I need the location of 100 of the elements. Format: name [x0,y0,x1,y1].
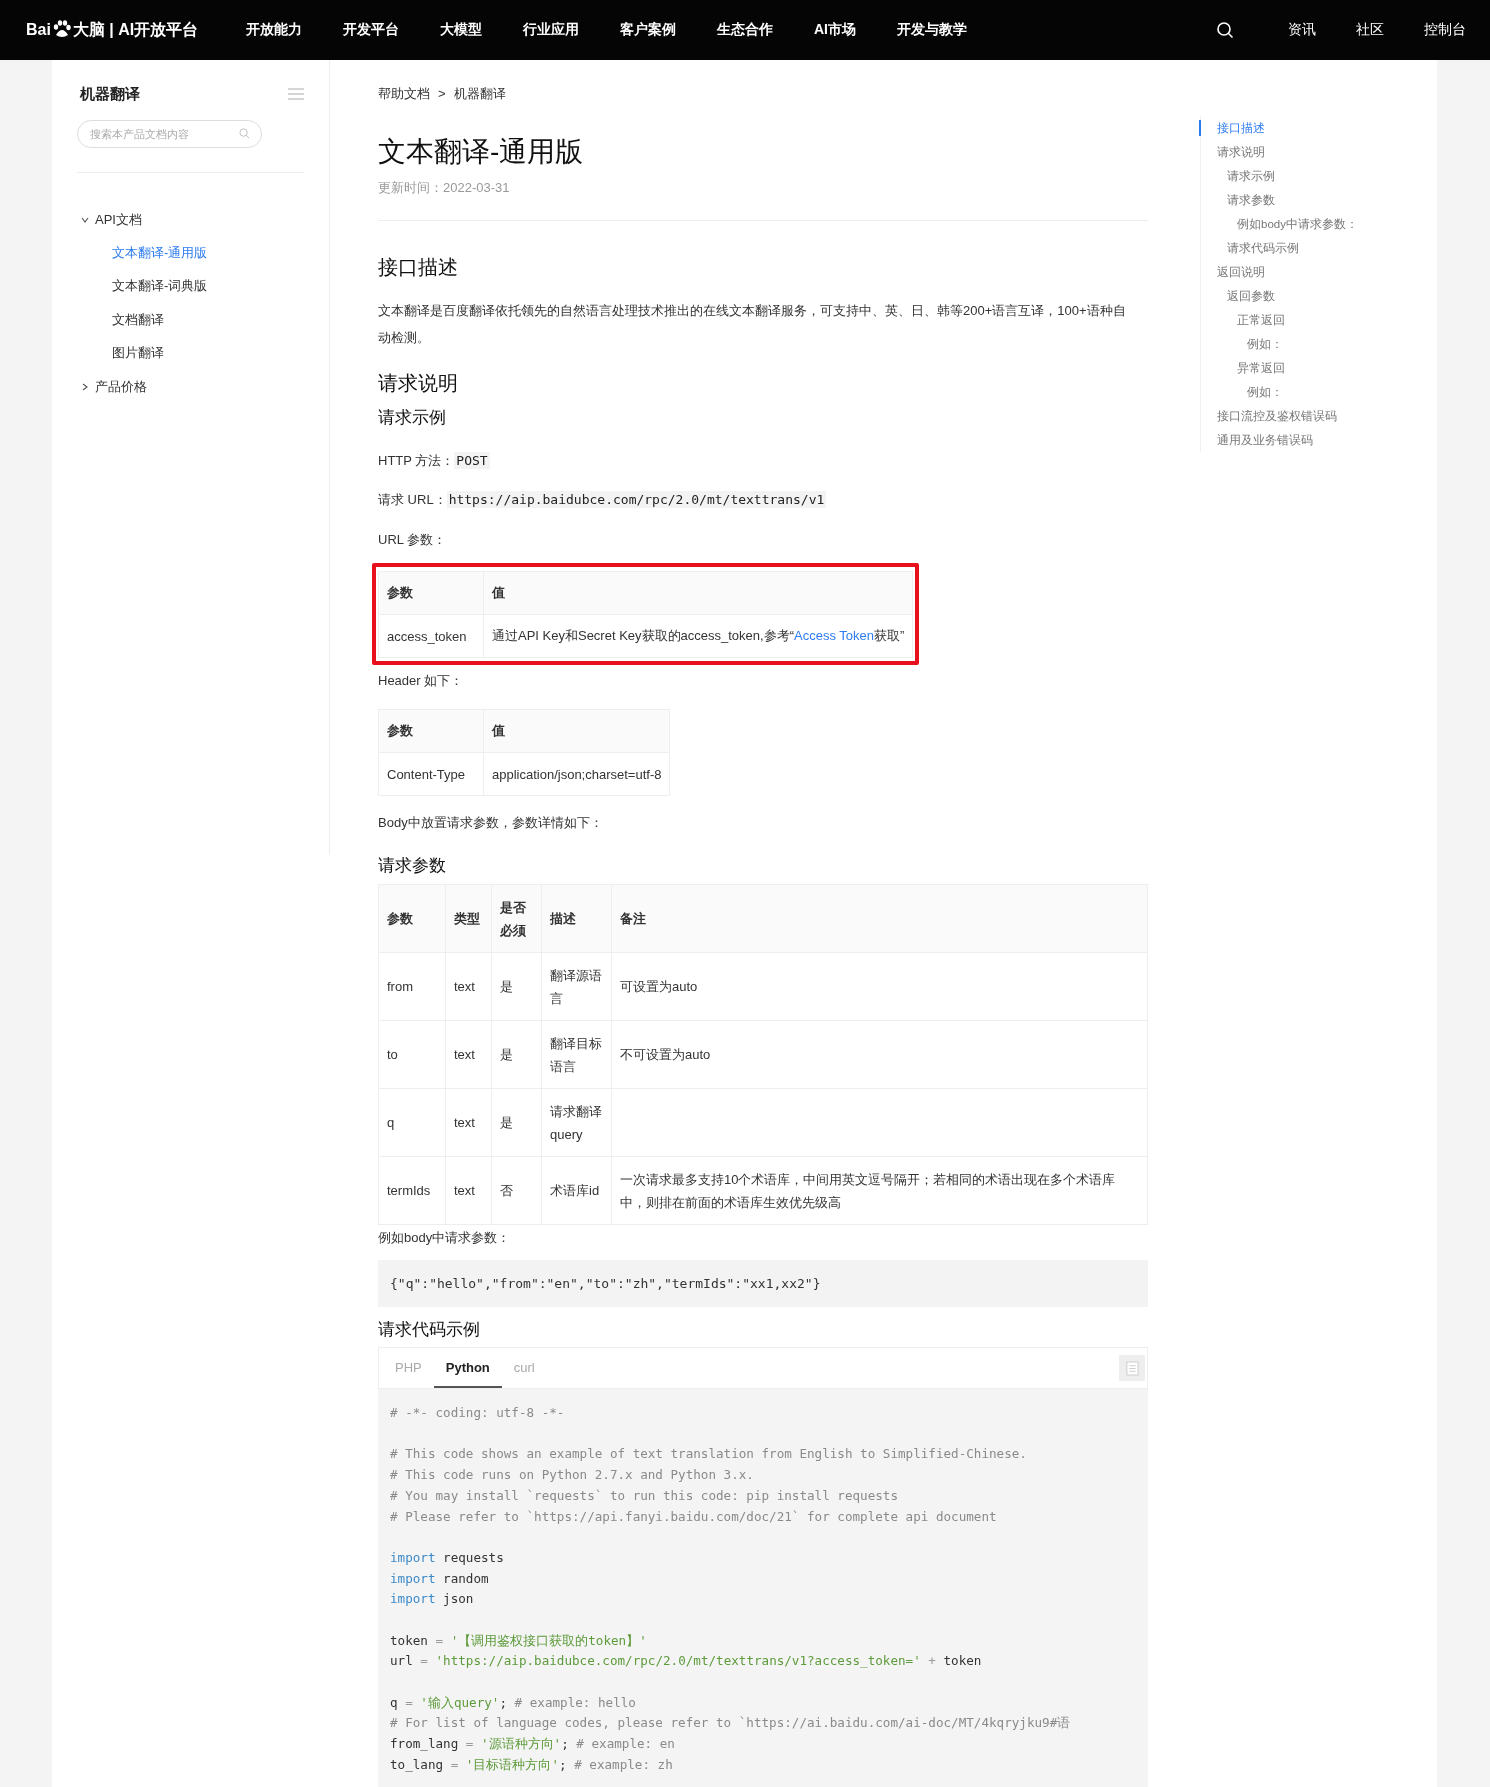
body-description: Body中放置请求参数，参数详情如下： [378,814,604,832]
subsection-heading: 请求示例 [378,407,447,429]
table-header-cell: 参数 [378,884,446,953]
nav-link[interactable]: 客户案例 [620,21,676,39]
section-heading: 请求说明 [378,371,459,396]
code-line: # -*- coding: utf-8 -*- [390,1404,565,1422]
nav-link[interactable]: 行业应用 [523,21,579,39]
code-line: from_lang = '源语种方向'; # example: en [390,1735,675,1754]
table-cell: 是 [500,1115,513,1130]
nav-link[interactable]: 控制台 [1424,21,1466,39]
nav-link[interactable]: 资讯 [1288,21,1316,39]
nav-link[interactable]: 开发平台 [343,21,399,39]
table-header-cell: 描述 [541,884,612,953]
code-line: # For list of language codes, please refer to `https://ai.baidu.com/ai-doc/MT/4kqryjku9#语 [390,1714,1071,1733]
code-line: # This code runs on Python 2.7.x and Python 3.x. [390,1466,754,1485]
tree-item[interactable]: 文档翻译 [112,310,164,329]
toc-link[interactable]: 通用及业务错误码 [1217,432,1313,448]
table-header-cell: 是否必须 [491,884,542,953]
table-cell: 请求翻译query [550,1103,602,1142]
toc-link[interactable]: 例如： [1247,336,1283,352]
table-header-cell: 值 [483,571,913,615]
example-label: 例如body中请求参数： [378,1229,512,1247]
table-cell: 术语库id [550,1183,600,1198]
code-line: url = 'https://aip.baidubce.com/rpc/2.0/mt/texttrans/v1?access_token=' + token [390,1652,982,1671]
code-line: # This code shows an example of text translation from English to Simplified-Chinese. [390,1445,1027,1464]
tree-item[interactable]: 文本翻译-词典版 [112,277,208,296]
description-text: 文本翻译是百度翻译依托领先的自然语言处理技术推出的在线文本翻译服务，可支持中、英、日、韩等200+语言互译，100+语种自动检测。 [378,302,1127,347]
field-label: URL 参数： [378,531,448,549]
access-token-link[interactable]: Access Token [794,628,874,643]
table-header-cell: 参数 [378,709,484,753]
code-line: import requests [390,1548,504,1567]
table-cell: 一次请求最多支持10个术语库，中间用英文逗号隔开；若相同的术语出现在多个术语库中，则排在前面的术语库生效优先级高 [620,1171,1116,1210]
subsection-heading: 请求代码示例 [378,1319,481,1341]
tree-item[interactable]: 图片翻译 [112,344,164,363]
field-label: 请求 URL： [378,492,447,507]
toc-link[interactable]: 请求代码示例 [1227,240,1299,256]
search-field[interactable]: 搜索本产品文档内容 [77,120,262,148]
table-cell: 可设置为auto [620,979,698,994]
nav-link[interactable]: 开放能力 [246,21,302,39]
table-cell: text [454,1047,475,1062]
tree-item[interactable]: 产品价格 [95,377,147,396]
nav-link[interactable]: 开发与教学 [897,21,967,39]
table-cell: termIds [387,1183,431,1198]
table-cell: 通过API Key和Secret Key获取的access_token,参考“Access Token获取” [483,614,913,658]
code-line: # You may install `requests` to run this code: pip install requests [390,1486,898,1505]
field-label: Header 如下： [378,672,465,690]
table-header-cell: 参数 [378,571,484,615]
code-line: to_lang = '目标语种方向'; # example: zh [390,1755,673,1774]
toc-link[interactable]: 返回说明 [1217,264,1265,280]
inline-code: https://aip.baidubce.com/rpc/2.0/mt/texttrans/v1 [446,491,827,508]
breadcrumb-link[interactable]: 机器翻译 [453,84,506,104]
toc-link[interactable]: 例如： [1247,384,1283,400]
table-cell: Content-Type [378,752,484,796]
chevron-icon[interactable] [81,215,89,224]
toc-link[interactable]: 接口描述 [1217,120,1265,136]
toc-link[interactable]: 接口流控及鉴权错误码 [1217,408,1337,424]
update-time: 更新时间：2022-03-31 [378,179,511,197]
toc-link[interactable]: 返回参数 [1227,288,1275,304]
code-line: import json [390,1590,474,1609]
table-cell: from [387,979,413,994]
toc-link[interactable]: 请求说明 [1217,144,1265,160]
field-label: HTTP 方法： [378,453,455,468]
breadcrumb-separator: > [438,85,446,103]
table-cell: 否 [500,1183,513,1198]
tree-item[interactable]: API文档 [95,210,142,229]
toc-link[interactable]: 正常返回 [1237,312,1285,328]
toc-link[interactable]: 请求参数 [1227,192,1275,208]
breadcrumb-link[interactable]: 帮助文档 [378,84,430,104]
sidebar-title: 机器翻译 [80,84,140,104]
table-cell: text [454,1183,475,1198]
table-cell: application/json;charset=utf-8 [483,752,670,796]
subsection-heading: 请求参数 [378,855,447,877]
paw-icon [51,19,72,39]
code-line: # Please refer to `https://api.fanyi.baidu.com/doc/21` for complete api document [390,1507,997,1526]
inline-code: POST [454,452,490,469]
code-line: import random [390,1569,489,1588]
page-title: 文本翻译-通用版 [378,135,585,169]
tree-item[interactable]: 文本翻译-通用版 [112,243,208,262]
toc-link[interactable]: 请求示例 [1227,168,1275,184]
table-cell: 是 [500,1047,513,1062]
table-cell: text [454,979,475,994]
nav-link[interactable]: 生态合作 [717,21,773,39]
table-header-cell: 值 [483,709,670,753]
code-line: token = '【调用鉴权接口获取的token】' [390,1631,647,1650]
toc-link[interactable]: 例如body中请求参数： [1237,216,1358,232]
search-icon[interactable] [1216,21,1234,39]
active-indicator [1199,120,1201,136]
chevron-icon[interactable] [81,382,89,391]
table-header-cell: 备注 [611,884,1148,953]
table-cell: text [454,1115,475,1130]
nav-link[interactable]: 社区 [1356,21,1384,39]
table-cell: 不可设置为auto [620,1047,711,1062]
toc-link[interactable]: 异常返回 [1237,360,1285,376]
table-cell: 是 [500,979,513,994]
nav-link[interactable]: 大模型 [440,21,482,39]
table-cell: q [387,1115,395,1130]
table-cell: 翻译源语言 [550,967,602,1006]
table-cell: to [387,1047,398,1062]
nav-link[interactable]: AI市场 [814,21,856,39]
logo[interactable]: Bai 大脑 | AI开放平台 [26,19,246,41]
